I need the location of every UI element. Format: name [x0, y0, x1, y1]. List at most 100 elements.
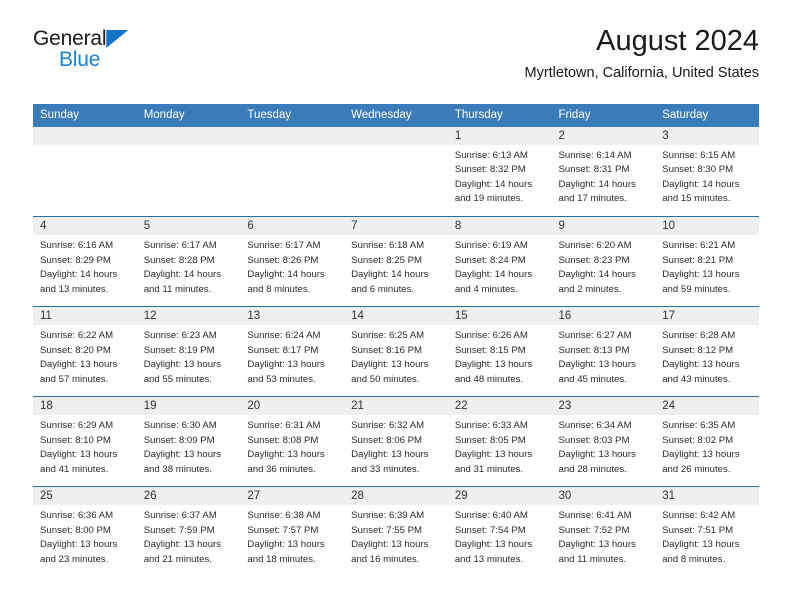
calendar-day-cell[interactable]: 18 Sunrise: 6:29 AM Sunset: 8:10 PM Dayligh… [33, 396, 137, 487]
day-details: Sunrise: 6:36 AM Sunset: 8:00 PM Daylight:… [33, 505, 137, 567]
sunrise-time: Sunrise: 6:40 AM [454, 510, 528, 522]
calendar-day-cell[interactable]: 16 Sunrise: 6:27 AM Sunset: 8:13 PM Dayligh… [551, 306, 656, 397]
calendar-day-cell[interactable]: 10 Sunrise: 6:21 AM Sunset: 8:21 PM Dayligh… [655, 216, 759, 307]
calendar-day-cell[interactable]: 28 Sunrise: 6:39 AM Sunset: 7:55 PM Dayligh… [344, 486, 448, 577]
sunset-time: Sunset: 8:25 PM [351, 254, 423, 266]
calendar-day-cell[interactable]: 21 Sunrise: 6:32 AM Sunset: 8:06 PM Dayligh… [344, 396, 448, 487]
day-details: Sunrise: 6:33 AM Sunset: 8:05 PM Daylight:… [448, 415, 552, 477]
day-details: Sunrise: 6:17 AM Sunset: 8:28 PM Daylight:… [137, 235, 241, 297]
calendar-day-cell[interactable]: 9 Sunrise: 6:20 AM Sunset: 8:23 PM Daylight… [551, 216, 656, 307]
sunset-time: Sunset: 8:19 PM [143, 344, 215, 356]
sunrise-time: Sunrise: 6:34 AM [558, 420, 632, 432]
calendar-day-cell[interactable]: 27 Sunrise: 6:38 AM Sunset: 7:57 PM Dayligh… [240, 486, 345, 577]
calendar-day-cell[interactable]: 24 Sunrise: 6:35 AM Sunset: 8:02 PM Dayligh… [655, 396, 759, 487]
sunset-time: Sunset: 8:17 PM [247, 344, 319, 356]
calendar-day-cell[interactable]: 2 Sunrise: 6:14 AM Sunset: 8:31 PM Daylight… [551, 126, 656, 217]
calendar-day-cell[interactable]: 1 Sunrise: 6:13 AM Sunset: 8:32 PM Daylight… [447, 126, 552, 217]
calendar-day-cell[interactable]: 23 Sunrise: 6:34 AM Sunset: 8:03 PM Dayligh… [551, 396, 656, 487]
calendar-page: General Blue August 2024 Myrtletown, Cal… [0, 0, 792, 612]
day-details: Sunrise: 6:21 AM Sunset: 8:21 PM Daylight:… [655, 235, 759, 297]
day-number [240, 126, 345, 145]
sunrise-time: Sunrise: 6:23 AM [143, 330, 217, 342]
day-number: 18 [33, 397, 137, 416]
day-number: 19 [136, 397, 241, 416]
calendar-week-row: 1 Sunrise: 6:13 AM Sunset: 8:32 PM Daylight… [33, 126, 759, 217]
sunset-time: Sunset: 8:06 PM [351, 434, 423, 446]
daylight-duration-line2: and 55 minutes. [143, 373, 212, 385]
daylight-duration-line2: and 19 minutes. [454, 193, 524, 205]
daylight-duration-line2: and 4 minutes. [454, 283, 518, 295]
calendar-day-cell[interactable]: 14 Sunrise: 6:25 AM Sunset: 8:16 PM Dayligh… [344, 306, 448, 397]
brand-name-general: General [33, 27, 107, 50]
calendar-day-cell[interactable]: 7 Sunrise: 6:18 AM Sunset: 8:25 PM Daylight… [344, 216, 448, 307]
calendar-cell-empty [136, 126, 241, 217]
day-number: 11 [33, 307, 137, 326]
daylight-duration-line1: Daylight: 13 hours [247, 539, 325, 551]
day-details: Sunrise: 6:13 AM Sunset: 8:32 PM Daylight:… [448, 145, 552, 207]
calendar-day-cell[interactable]: 17 Sunrise: 6:28 AM Sunset: 8:12 PM Dayligh… [655, 306, 759, 397]
daylight-duration-line1: Daylight: 14 hours [247, 269, 325, 281]
calendar-day-cell[interactable]: 8 Sunrise: 6:19 AM Sunset: 8:24 PM Daylight… [447, 216, 552, 307]
daylight-duration-line1: Daylight: 13 hours [454, 449, 533, 461]
calendar-day-cell[interactable]: 22 Sunrise: 6:33 AM Sunset: 8:05 PM Dayligh… [447, 396, 552, 487]
sunrise-time: Sunrise: 6:13 AM [454, 149, 528, 161]
day-number: 13 [240, 307, 345, 326]
daylight-duration-line2: and 8 minutes. [662, 553, 726, 565]
day-details: Sunrise: 6:31 AM Sunset: 8:08 PM Daylight:… [240, 415, 344, 477]
calendar-day-cell[interactable]: 5 Sunrise: 6:17 AM Sunset: 8:28 PM Daylight… [136, 216, 241, 307]
sunset-time: Sunset: 7:57 PM [247, 524, 319, 536]
calendar-day-cell[interactable]: 31 Sunrise: 6:42 AM Sunset: 7:51 PM Dayligh… [655, 486, 759, 577]
sunrise-time: Sunrise: 6:27 AM [558, 330, 632, 342]
day-details: Sunrise: 6:18 AM Sunset: 8:25 PM Daylight:… [344, 235, 448, 297]
calendar-day-cell[interactable]: 6 Sunrise: 6:17 AM Sunset: 8:26 PM Daylight… [240, 216, 345, 307]
daylight-duration-line1: Daylight: 13 hours [662, 449, 740, 461]
day-number: 27 [240, 487, 345, 506]
daylight-duration-line1: Daylight: 13 hours [247, 359, 325, 371]
day-number: 7 [344, 217, 448, 236]
day-number: 29 [447, 487, 552, 506]
day-details: Sunrise: 6:40 AM Sunset: 7:54 PM Daylight:… [448, 505, 552, 567]
daylight-duration-line2: and 18 minutes. [247, 553, 316, 565]
daylight-duration-line2: and 53 minutes. [247, 373, 316, 385]
daylight-duration-line1: Daylight: 14 hours [143, 269, 222, 281]
day-details: Sunrise: 6:15 AM Sunset: 8:30 PM Daylight:… [655, 145, 759, 207]
calendar-day-cell[interactable]: 30 Sunrise: 6:41 AM Sunset: 7:52 PM Dayligh… [551, 486, 656, 577]
calendar-day-cell[interactable]: 25 Sunrise: 6:36 AM Sunset: 8:00 PM Dayligh… [33, 486, 137, 577]
day-details: Sunrise: 6:42 AM Sunset: 7:51 PM Daylight:… [655, 505, 759, 567]
calendar-day-cell[interactable]: 29 Sunrise: 6:40 AM Sunset: 7:54 PM Dayligh… [447, 486, 552, 577]
sunset-time: Sunset: 8:05 PM [454, 434, 526, 446]
daylight-duration-line1: Daylight: 14 hours [662, 178, 740, 190]
day-details: Sunrise: 6:24 AM Sunset: 8:17 PM Daylight:… [240, 325, 344, 387]
day-details: Sunrise: 6:37 AM Sunset: 7:59 PM Daylight:… [137, 505, 241, 567]
sunrise-time: Sunrise: 6:38 AM [247, 510, 321, 522]
sunrise-time: Sunrise: 6:16 AM [40, 240, 114, 252]
calendar-day-cell[interactable]: 13 Sunrise: 6:24 AM Sunset: 8:17 PM Dayligh… [240, 306, 345, 397]
calendar-day-cell[interactable]: 20 Sunrise: 6:31 AM Sunset: 8:08 PM Dayligh… [240, 396, 345, 487]
weekday-header-saturday: Saturday [655, 104, 759, 127]
daylight-duration-line2: and 15 minutes. [662, 193, 731, 205]
calendar-day-cell[interactable]: 3 Sunrise: 6:15 AM Sunset: 8:30 PM Daylight… [655, 126, 759, 217]
calendar-day-cell[interactable]: 15 Sunrise: 6:26 AM Sunset: 8:15 PM Dayligh… [447, 306, 552, 397]
calendar-day-cell[interactable]: 11 Sunrise: 6:22 AM Sunset: 8:20 PM Dayligh… [33, 306, 137, 397]
day-details: Sunrise: 6:23 AM Sunset: 8:19 PM Daylight:… [137, 325, 241, 387]
daylight-duration-line2: and 59 minutes. [662, 283, 731, 295]
daylight-duration-line2: and 36 minutes. [247, 463, 316, 475]
sunset-time: Sunset: 8:03 PM [558, 434, 630, 446]
brand-logo[interactable]: General Blue [33, 28, 253, 71]
sunset-time: Sunset: 8:29 PM [40, 254, 111, 266]
calendar-day-cell[interactable]: 12 Sunrise: 6:23 AM Sunset: 8:19 PM Dayligh… [136, 306, 241, 397]
calendar-day-cell[interactable]: 4 Sunrise: 6:16 AM Sunset: 8:29 PM Daylight… [33, 216, 137, 307]
day-number: 24 [655, 397, 759, 416]
calendar-day-cell[interactable]: 19 Sunrise: 6:30 AM Sunset: 8:09 PM Dayligh… [136, 396, 241, 487]
daylight-duration-line1: Daylight: 13 hours [143, 539, 222, 551]
calendar-day-cell[interactable]: 26 Sunrise: 6:37 AM Sunset: 7:59 PM Dayligh… [136, 486, 241, 577]
day-number: 12 [136, 307, 241, 326]
calendar-cell-empty [33, 126, 137, 217]
sunset-time: Sunset: 8:10 PM [40, 434, 111, 446]
day-number: 9 [551, 217, 656, 236]
sunset-time: Sunset: 8:23 PM [558, 254, 630, 266]
daylight-duration-line1: Daylight: 13 hours [40, 539, 118, 551]
sunrise-time: Sunrise: 6:31 AM [247, 420, 321, 432]
day-details: Sunrise: 6:17 AM Sunset: 8:26 PM Daylight:… [240, 235, 344, 297]
sunset-time: Sunset: 7:52 PM [558, 524, 630, 536]
